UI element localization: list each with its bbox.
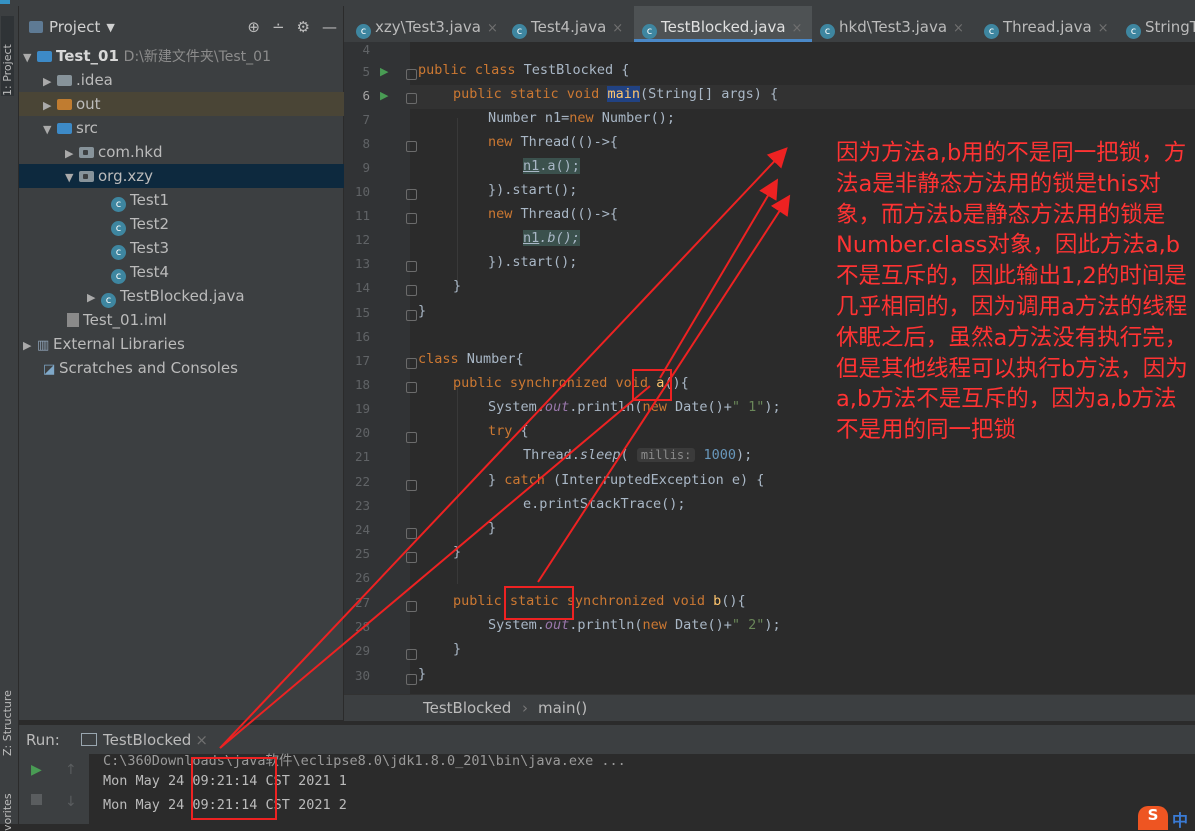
arrow-static-to-note xyxy=(537,194,791,583)
annotation-note: 因为方法a,b用的不是同一把锁，方法a是非静态方法用的锁是this对象，而方法b… xyxy=(836,140,1188,444)
watermark-logo-text-icon: 中 xyxy=(1172,811,1189,830)
arrow-timestamps-to-note xyxy=(219,147,788,749)
arrow-void-to-note xyxy=(659,178,779,379)
arrow-timestamps-to-void xyxy=(219,385,651,749)
watermark-logo-icon: S xyxy=(1138,806,1168,830)
